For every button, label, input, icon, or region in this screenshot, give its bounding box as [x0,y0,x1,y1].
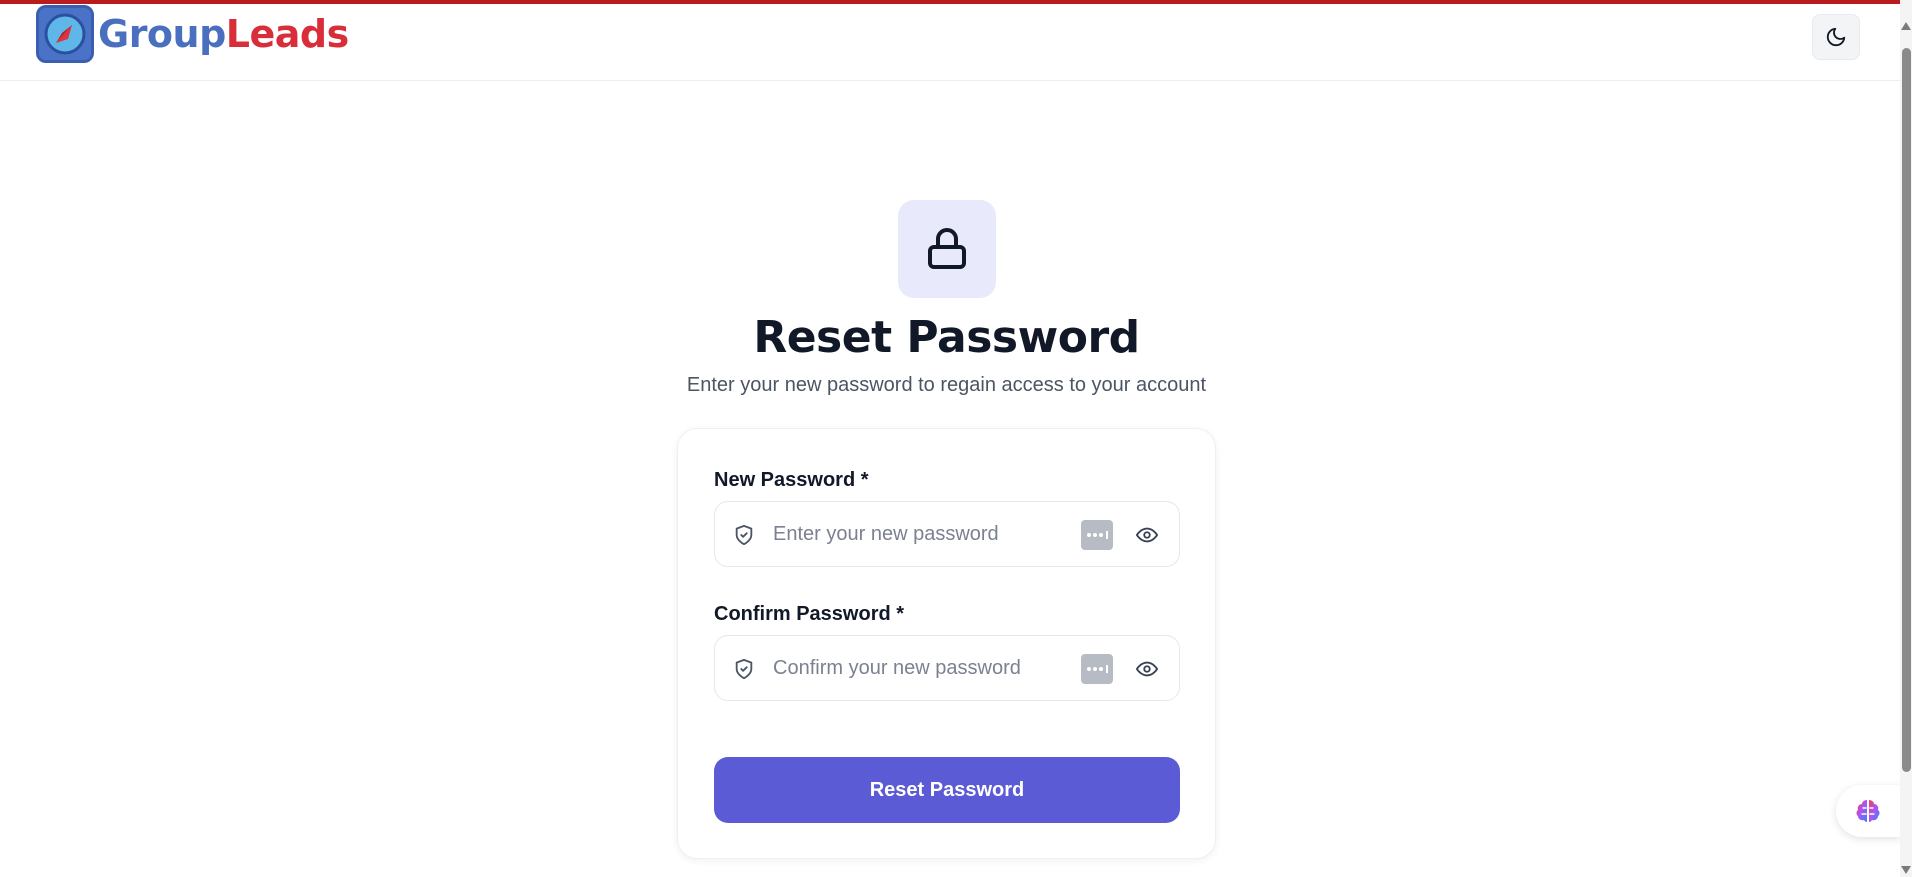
shield-check-icon [735,658,753,680]
confirm-password-input[interactable] [773,646,1073,690]
vertical-scrollbar[interactable] [1900,0,1912,877]
shield-check-icon [735,524,753,546]
reset-password-button[interactable]: Reset Password [714,757,1180,823]
confirm-password-field [714,635,1180,701]
confirm-password-label: Confirm Password * [714,603,905,625]
brand-logo[interactable]: GroupLeads [36,4,349,64]
page-subtitle: Enter your new password to regain access… [686,374,1207,396]
brand-name: GroupLeads [98,12,349,56]
lock-icon-tile [898,200,996,298]
moon-icon [1826,27,1846,47]
page-title: Reset Password [753,312,1140,363]
new-password-label: New Password * [714,469,869,491]
brain-icon [1856,800,1880,823]
scroll-down-arrow[interactable] [1901,866,1911,874]
reset-password-card: New Password * Confirm Password * Reset … [677,428,1216,859]
scroll-up-arrow[interactable] [1901,22,1911,30]
password-manager-icon[interactable] [1081,520,1113,550]
new-password-input[interactable] [773,512,1073,556]
logo-compass-icon [36,5,94,63]
scroll-thumb[interactable] [1902,48,1911,772]
password-manager-icon[interactable] [1081,654,1113,684]
ai-assistant-button[interactable] [1836,785,1900,837]
header: GroupLeads [0,4,1900,81]
lock-icon [928,228,966,269]
theme-toggle-button[interactable] [1812,14,1860,60]
new-password-field [714,501,1180,567]
show-password-eye-icon[interactable] [1135,658,1159,680]
show-password-eye-icon[interactable] [1135,524,1159,546]
